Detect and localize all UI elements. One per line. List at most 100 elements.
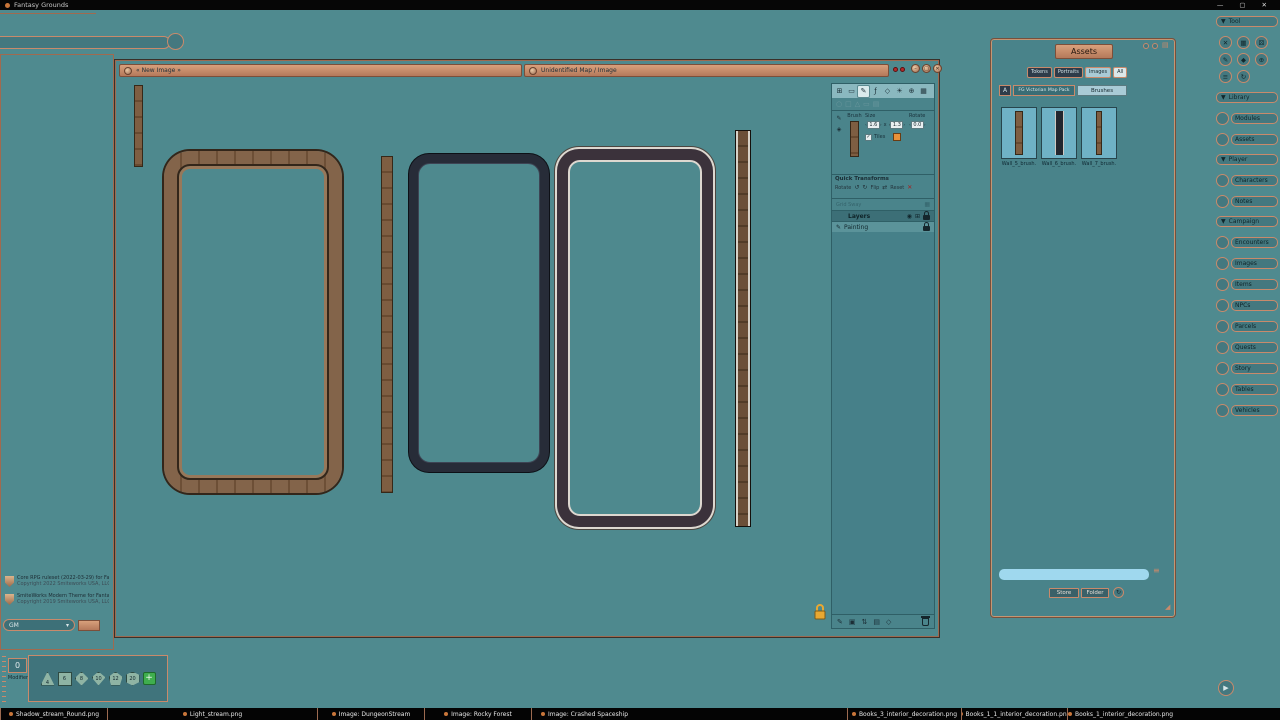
image-window-titlebar-left[interactable]: « New Image » — [119, 64, 522, 77]
shape-tool-icon[interactable]: ◇ — [882, 86, 893, 97]
module-name-button[interactable]: FG Victorian Map Pack — [1013, 85, 1075, 96]
eye-icon[interactable]: ◉ — [907, 213, 912, 220]
tool-clear-icon[interactable]: ✕ — [1219, 36, 1232, 49]
taskbar-tab[interactable]: Shadow_stream_Round.png — [0, 708, 107, 720]
window-close-button[interactable]: ✕ — [933, 64, 942, 73]
sidebar-header-player[interactable]: ▼ Player — [1216, 154, 1278, 165]
curve-tool-icon[interactable]: ƒ — [870, 86, 881, 97]
filter-lines-icon[interactable]: ≡ — [1153, 566, 1160, 575]
rotate-left-icon[interactable]: ↺ — [854, 184, 859, 191]
layers-list-empty[interactable] — [832, 232, 934, 614]
identity-dropdown[interactable]: GM ▾ — [3, 619, 75, 631]
tab-tokens[interactable]: Tokens — [1027, 67, 1052, 78]
grid-tool-icon[interactable]: ▦ — [918, 86, 929, 97]
d4-die[interactable]: 4 — [41, 672, 55, 686]
color-swatch[interactable] — [893, 133, 901, 141]
size-height-value[interactable]: 1.3 — [890, 121, 903, 129]
add-layer-icon[interactable]: ▣ — [849, 618, 856, 626]
sidebar-header-tool[interactable]: ▼ Tool — [1216, 16, 1278, 27]
maximize-button[interactable]: ▢ — [1239, 1, 1245, 9]
asset-thumbnail[interactable] — [1041, 107, 1077, 159]
pan-tool-icon[interactable]: ⊞ — [834, 86, 845, 97]
window-maximize-button[interactable]: □ — [922, 64, 931, 73]
window-lock-icon[interactable] — [813, 603, 827, 624]
tiles-checkbox[interactable]: ✓ — [865, 134, 872, 141]
taskbar-tab[interactable]: Books_1_1_interior_decoration.png — [961, 708, 1067, 720]
light-tool-icon[interactable]: ☀ — [894, 86, 905, 97]
tool-refresh-icon[interactable]: ↻ — [1237, 70, 1250, 83]
close-button[interactable]: ✕ — [1262, 1, 1267, 9]
minimize-button[interactable]: — — [1217, 1, 1224, 9]
pencil-icon[interactable]: ✎ — [836, 115, 841, 122]
image-window-titlebar-right[interactable]: Unidentified Map / Image — [524, 64, 889, 77]
taskbar-tab[interactable]: Image: Rocky Forest — [424, 708, 531, 720]
add-die-button[interactable]: + — [143, 672, 156, 685]
sidebar-item-tables[interactable]: Tables — [1216, 383, 1278, 396]
brush-swap-icon[interactable]: ◈ — [837, 126, 842, 133]
sidebar-item-story[interactable]: Story — [1216, 362, 1278, 375]
d10-die[interactable]: 10 — [92, 672, 106, 686]
link-tool-icon[interactable]: ⊕ — [906, 86, 917, 97]
tool-token-icon[interactable]: ◆ — [1237, 53, 1250, 66]
asset-thumbnail[interactable] — [1001, 107, 1037, 159]
alpha-filter-button[interactable]: A — [999, 85, 1011, 96]
d6-die[interactable]: 6 — [58, 672, 72, 686]
modifier-box[interactable]: 0 — [8, 658, 27, 673]
spin-right-icon[interactable]: › — [903, 123, 905, 128]
sidebar-item-assets[interactable]: Assets — [1216, 133, 1278, 146]
asset-thumbnail[interactable] — [1081, 107, 1117, 159]
store-button[interactable]: Store — [1049, 588, 1079, 598]
sidebar-item-characters[interactable]: Characters — [1216, 174, 1278, 187]
scroll-corner-icon[interactable]: ▤ — [1162, 41, 1169, 49]
tool-add-icon[interactable]: ⊕ — [1255, 53, 1268, 66]
size-height-stepper[interactable]: ‹ 1.3 › — [889, 121, 906, 129]
taskbar-tab[interactable]: Image: Crashed Spaceship — [531, 708, 637, 720]
folder-button[interactable]: Folder — [1081, 588, 1109, 598]
d20-die[interactable]: 20 — [126, 672, 140, 686]
layer-row-painting[interactable]: ✎ Painting — [832, 221, 934, 232]
taskbar-tab[interactable]: Light_stream.png — [107, 708, 317, 720]
flip-icon[interactable]: ⇄ — [882, 184, 887, 191]
size-width-stepper[interactable]: ‹ 1.6 › — [865, 121, 882, 129]
refresh-icon[interactable]: ↻ — [1113, 587, 1124, 598]
taskbar-tab[interactable]: Image: DungeonStream — [317, 708, 424, 720]
image-window[interactable]: « New Image » Unidentified Map / Image –… — [115, 60, 939, 637]
delete-layer-icon[interactable] — [922, 618, 929, 626]
taskbar-tab[interactable]: Books_3_interior_decoration.png — [847, 708, 961, 720]
sidebar-item-images[interactable]: Images — [1216, 257, 1278, 270]
sidebar-item-parcels[interactable]: Parcels — [1216, 320, 1278, 333]
sidebar-item-quests[interactable]: Quests — [1216, 341, 1278, 354]
sidebar-item-npcs[interactable]: NPCs — [1216, 299, 1278, 312]
sidebar-header-library[interactable]: ▼ Library — [1216, 92, 1278, 103]
chat-mode-button[interactable] — [78, 620, 100, 631]
rotate-stepper[interactable]: ‹ 0.0 › — [909, 121, 926, 129]
brushes-button[interactable]: Brushes — [1077, 85, 1127, 96]
reset-icon[interactable]: ✕ — [907, 184, 912, 191]
d8-die[interactable]: 8 — [75, 672, 89, 686]
spin-right-icon[interactable]: › — [924, 123, 926, 128]
asset-search-input[interactable] — [999, 569, 1149, 580]
draw-layer-icon[interactable]: ✎ — [837, 618, 843, 626]
rotate-value[interactable]: 0.0 — [911, 121, 924, 129]
layer-lock-icon[interactable] — [923, 226, 930, 231]
rotate-right-icon[interactable]: ↻ — [862, 184, 867, 191]
sidebar-item-notes[interactable]: Notes — [1216, 195, 1278, 208]
taskbar-tab[interactable]: Books_1_interior_decoration.png — [1067, 708, 1173, 720]
brush-tool-icon[interactable]: ✎ — [858, 86, 869, 97]
sidebar-expand-button[interactable]: ▶ — [1218, 680, 1234, 696]
tool-dice-icon[interactable]: ⚄ — [1255, 36, 1268, 49]
lock-icon[interactable] — [923, 215, 930, 220]
toolbar-knob[interactable] — [167, 33, 184, 50]
sidebar-item-modules[interactable]: Modules — [1216, 112, 1278, 125]
sidebar-item-vehicles[interactable]: Vehicles — [1216, 404, 1278, 417]
size-width-value[interactable]: 1.6 — [867, 121, 880, 129]
grid-icon[interactable]: ⊞ — [915, 213, 920, 220]
duplicate-layer-icon[interactable]: ◇ — [886, 618, 891, 626]
select-tool-icon[interactable]: ▭ — [846, 86, 857, 97]
window-shrink-button[interactable]: – — [911, 64, 920, 73]
merge-layer-icon[interactable]: ▤ — [873, 618, 880, 626]
tab-all[interactable]: All — [1113, 67, 1127, 78]
map-canvas[interactable] — [118, 79, 936, 634]
d12-die[interactable]: 12 — [109, 672, 123, 686]
sidebar-item-items[interactable]: Items — [1216, 278, 1278, 291]
